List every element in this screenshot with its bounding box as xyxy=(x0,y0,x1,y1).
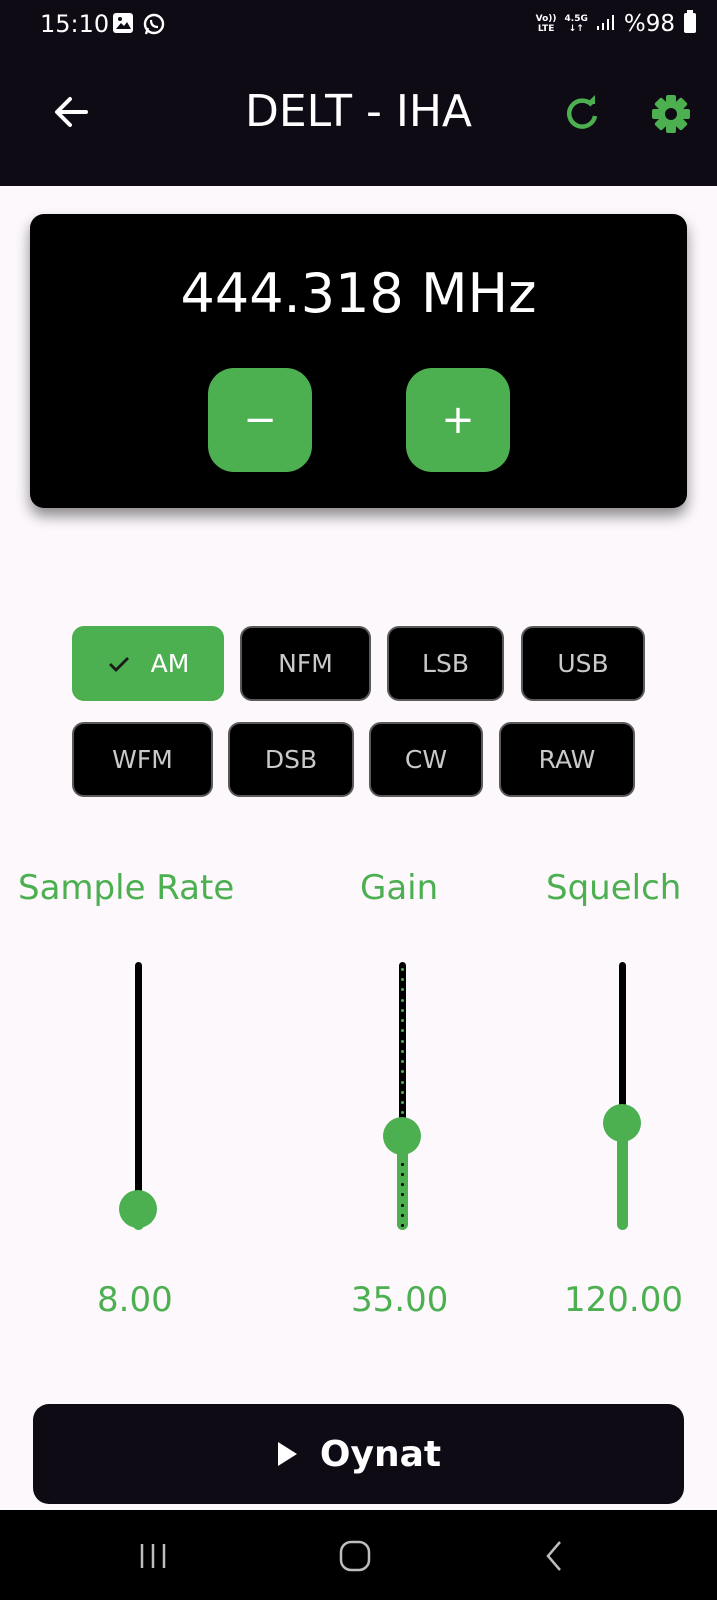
notification-icons xyxy=(112,12,166,40)
gain-slider-tick xyxy=(400,1049,404,1053)
check-icon xyxy=(107,654,131,674)
gain-slider-tick xyxy=(400,998,404,1002)
gain-slider-tick xyxy=(400,1080,404,1084)
squelch-value: 120.00 xyxy=(564,1280,683,1320)
gain-slider-tick xyxy=(400,1183,404,1187)
mode-chip-label: CW xyxy=(404,745,448,774)
gain-slider-tick xyxy=(400,1060,404,1064)
recent-apps-button[interactable] xyxy=(132,1534,176,1578)
gain-slider-tick xyxy=(400,1019,404,1023)
network-indicator: 4.5G ↓↑ xyxy=(565,14,588,34)
frequency-card: 444.318 MHz − + xyxy=(30,214,687,508)
settings-button[interactable] xyxy=(649,92,693,136)
network-type: 4.5G xyxy=(564,14,588,24)
home-button[interactable] xyxy=(333,1534,377,1578)
gain-slider-tick xyxy=(400,1039,404,1043)
sample-rate-value: 8.00 xyxy=(97,1280,173,1320)
data-arrows-icon: ↓↑ xyxy=(568,24,584,34)
mode-chip-label: AM xyxy=(150,649,190,678)
squelch-label: Squelch xyxy=(546,868,682,908)
mode-chip-label: DSB xyxy=(264,745,318,774)
system-icons: Vo)) LTE 4.5G ↓↑ %98 xyxy=(536,10,697,38)
gain-slider-tick xyxy=(400,1193,404,1197)
mode-chip-label: RAW xyxy=(538,745,596,774)
gain-label: Gain xyxy=(360,868,439,908)
mode-chip-lsb[interactable]: LSB xyxy=(387,626,504,701)
decrease-frequency-button[interactable]: − xyxy=(208,368,312,472)
gain-slider-tick xyxy=(400,968,404,971)
gain-slider-tick xyxy=(400,1213,404,1217)
mode-chip-raw[interactable]: RAW xyxy=(499,722,635,797)
gain-slider-tick xyxy=(400,1008,404,1012)
mode-chip-dsb[interactable]: DSB xyxy=(228,722,354,797)
volte-text: Vo)) xyxy=(535,14,557,24)
squelch-slider-thumb[interactable] xyxy=(603,1103,641,1142)
navigation-bar xyxy=(0,1510,717,1600)
mode-chip-cw[interactable]: CW xyxy=(369,722,483,797)
recent-apps-icon xyxy=(140,1544,166,1568)
battery-level: %98 xyxy=(623,11,675,37)
sample-rate-slider-thumb[interactable] xyxy=(119,1189,157,1228)
home-icon xyxy=(339,1540,371,1572)
gain-slider-thumb[interactable] xyxy=(383,1117,421,1156)
play-label: Oynat xyxy=(319,1433,442,1475)
signal-icon xyxy=(596,13,616,35)
battery-icon xyxy=(683,10,697,38)
gain-slider-tick xyxy=(400,1090,404,1094)
gain-value: 35.00 xyxy=(351,1280,449,1320)
mode-chip-am[interactable]: AM xyxy=(72,626,224,701)
status-time: 15:10 xyxy=(40,10,110,38)
gear-icon xyxy=(652,95,690,133)
gain-slider-tick xyxy=(400,1162,404,1166)
frequency-display: 444.318 MHz xyxy=(180,262,537,325)
mode-chip-label: USB xyxy=(557,649,609,678)
refresh-button[interactable] xyxy=(561,92,605,136)
app-bar: DELT - IHA xyxy=(0,48,717,186)
gallery-icon xyxy=(112,12,134,40)
mode-chip-usb[interactable]: USB xyxy=(521,626,645,701)
gain-slider-tick xyxy=(400,1203,404,1207)
mode-chip-label: LSB xyxy=(422,649,469,678)
plus-icon: + xyxy=(441,397,475,443)
refresh-icon xyxy=(566,95,598,129)
volte-indicator: Vo)) LTE xyxy=(536,14,557,34)
chevron-left-icon xyxy=(546,1541,561,1571)
gain-slider-tick xyxy=(400,978,404,982)
sample-rate-label: Sample Rate xyxy=(18,868,235,908)
mode-chip-nfm[interactable]: NFM xyxy=(240,626,371,701)
gain-slider-tick xyxy=(400,1172,404,1176)
system-back-button[interactable] xyxy=(533,1534,577,1578)
whatsapp-icon xyxy=(142,12,166,40)
squelch-slider-track[interactable] xyxy=(618,962,626,1123)
mode-chip-wfm[interactable]: WFM xyxy=(72,722,213,797)
sample-rate-slider-track[interactable] xyxy=(134,962,142,1209)
lte-text: LTE xyxy=(537,24,555,34)
mode-chip-label: NFM xyxy=(278,649,333,678)
play-icon xyxy=(277,1442,297,1466)
page-title: DELT - IHA xyxy=(244,86,473,137)
gain-slider-tick xyxy=(400,1101,404,1105)
mode-chip-label: WFM xyxy=(112,745,173,774)
gain-slider-tick xyxy=(400,1224,404,1227)
play-button[interactable]: Oynat xyxy=(33,1404,684,1504)
increase-frequency-button[interactable]: + xyxy=(406,368,510,472)
status-bar: 15:10 Vo)) LTE 4.5G ↓↑ %98 xyxy=(0,0,717,48)
minus-icon: − xyxy=(243,397,277,443)
